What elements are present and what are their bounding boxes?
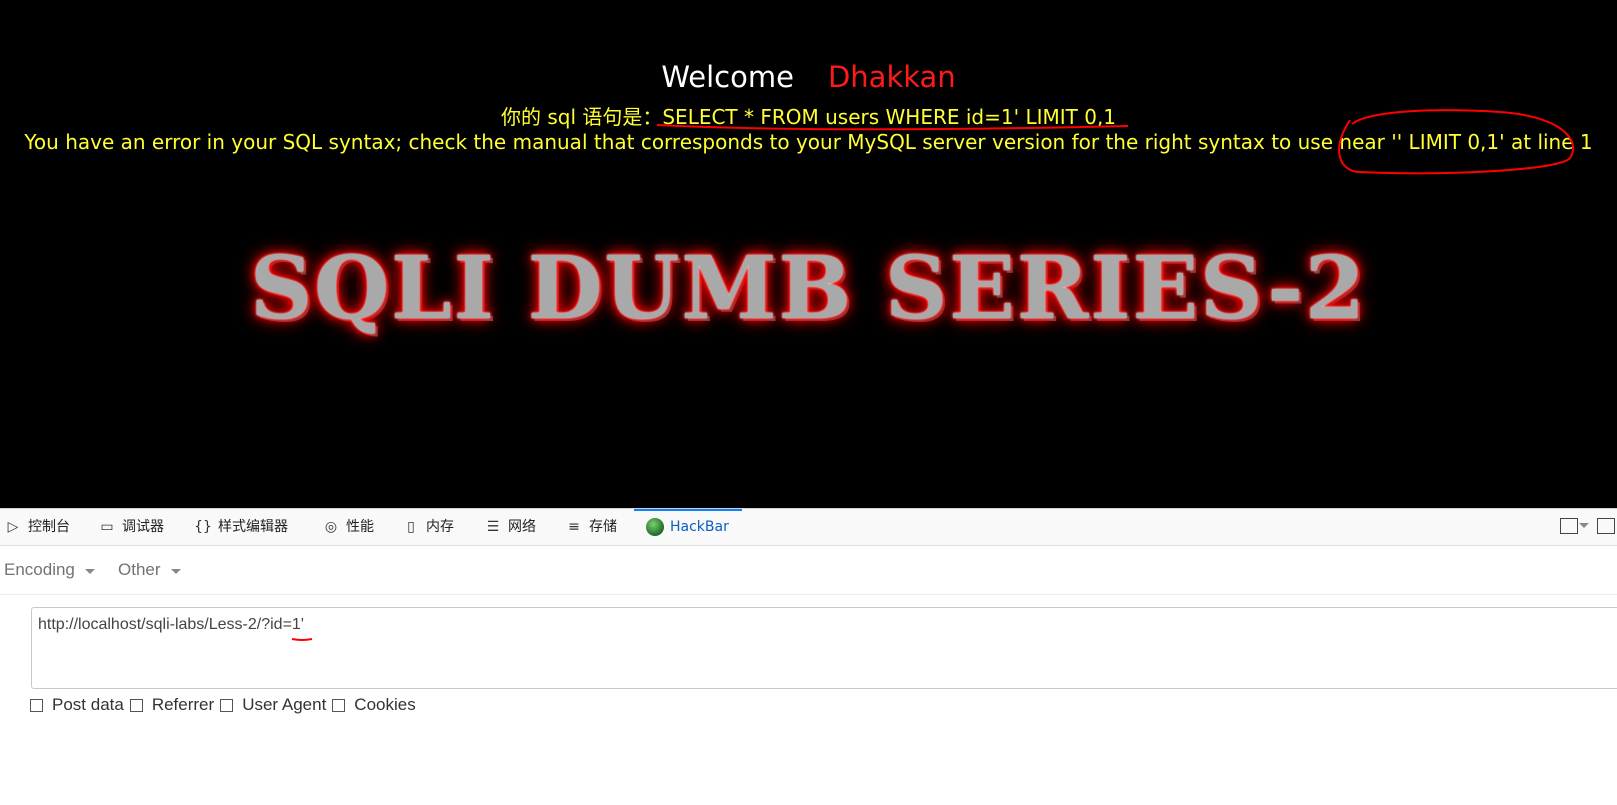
tab-storage[interactable]: ≡ 存储 [565, 509, 617, 545]
braces-icon: {} [194, 519, 212, 535]
tab-label: HackBar [670, 519, 729, 535]
tab-label: 内存 [426, 519, 454, 535]
referrer-checkbox[interactable]: Referrer [129, 695, 215, 715]
sql-query: SELECT * FROM users WHERE id=1' LIMIT 0,… [662, 105, 1117, 129]
welcome-line: Welcome Dhakkan [0, 60, 1617, 94]
sql-error-message: You have an error in your SQL syntax; ch… [24, 130, 1593, 154]
checkbox-label: Post data [52, 695, 124, 714]
encoding-label: Encoding [4, 560, 75, 579]
post-data-checkbox[interactable]: Post data [30, 695, 124, 715]
network-icon: ☰ [486, 519, 500, 535]
tab-performance[interactable]: ◎ 性能 [322, 509, 374, 545]
split-console-icon[interactable] [1597, 518, 1615, 534]
checkbox-box[interactable] [332, 698, 346, 712]
performance-icon: ◎ [324, 519, 338, 535]
url-prefix: http://localhost/sqli-labs/Less-2/?id= [38, 616, 292, 633]
hackbar-toolbar: Encoding Other [0, 546, 1617, 595]
tab-debugger[interactable]: ▭ 调试器 [98, 509, 164, 545]
storage-icon: ≡ [568, 519, 580, 535]
sql-statement-line: 你的 sql 语句是：SELECT * FROM users WHERE id=… [0, 101, 1617, 130]
checkbox-box[interactable] [30, 698, 43, 712]
console-icon: ▷ [7, 519, 19, 535]
devtools-panel: ▷ 控制台 ▭ 调试器 {} 样式编辑器 ◎ 性能 ▯ 内存 ☰ 网络 ≡ 存储 HackBa… [0, 508, 1617, 805]
url-param-value: 1' [291, 616, 313, 641]
tab-label: 性能 [346, 519, 374, 535]
checkbox-box[interactable] [220, 698, 234, 712]
banner-title: SQLI DUMB SERIES-2 [250, 238, 1367, 339]
memory-icon: ▯ [407, 519, 415, 535]
sqli-page: Welcome Dhakkan 你的 sql 语句是：SELECT * FROM … [0, 0, 1617, 508]
dock-layout-icon[interactable] [1560, 518, 1578, 534]
tab-label: 存储 [589, 519, 617, 535]
tab-style-editor[interactable]: {} 样式编辑器 [194, 509, 288, 545]
tab-console[interactable]: ▷ 控制台 [4, 509, 70, 545]
tab-label: 样式编辑器 [218, 519, 288, 535]
devtools-tabbar: ▷ 控制台 ▭ 调试器 {} 样式编辑器 ◎ 性能 ▯ 内存 ☰ 网络 ≡ 存储 HackBa… [0, 509, 1617, 546]
tab-network[interactable]: ☰ 网络 [484, 509, 536, 545]
tab-label: 控制台 [28, 519, 70, 535]
tab-memory[interactable]: ▯ 内存 [402, 509, 454, 545]
cookies-checkbox[interactable]: Cookies [332, 695, 416, 715]
chevron-down-icon [170, 569, 181, 574]
checkbox-label: User Agent [242, 695, 327, 714]
checkbox-label: Cookies [354, 695, 416, 714]
chevron-down-icon [84, 569, 95, 574]
debugger-icon: ▭ [100, 519, 114, 535]
red-annotations [656, 109, 1575, 175]
checkbox-box[interactable] [129, 698, 143, 712]
sql-prefix: 你的 sql 语句是： [500, 105, 663, 129]
username: Dhakkan [827, 60, 956, 94]
hackbar-options: Post data Referrer User Agent Cookies [30, 695, 422, 715]
chevron-down-icon[interactable] [1579, 523, 1589, 528]
other-dropdown[interactable]: Other [118, 560, 181, 580]
url-suffix: 1' [291, 616, 304, 633]
tab-label: 调试器 [122, 519, 164, 535]
tab-hackbar[interactable]: HackBar [634, 509, 742, 543]
user-agent-checkbox[interactable]: User Agent [220, 695, 326, 715]
url-input[interactable]: http://localhost/sqli-labs/Less-2/?id=1' [31, 607, 1617, 689]
welcome-label: Welcome [661, 60, 794, 94]
encoding-dropdown[interactable]: Encoding [4, 560, 95, 580]
url-underline-annotation [291, 638, 313, 641]
checkbox-label: Referrer [151, 695, 215, 714]
tab-label: 网络 [508, 519, 536, 535]
other-label: Other [118, 560, 161, 579]
hackbar-icon [646, 518, 664, 536]
